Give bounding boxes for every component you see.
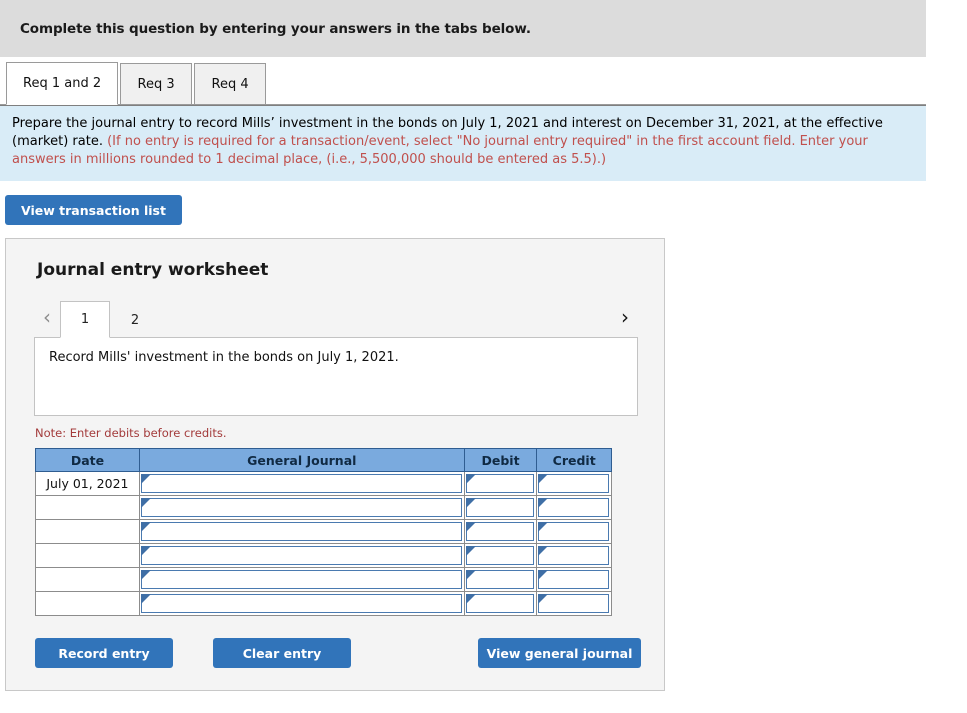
debit-cell[interactable] bbox=[463, 471, 538, 496]
worksheet-actions: Record entry Clear entry View general jo… bbox=[35, 638, 641, 668]
table-row: July 01, 2021 bbox=[35, 471, 612, 496]
debit-cell[interactable] bbox=[463, 591, 538, 616]
question-header-bar: Complete this question by entering your … bbox=[0, 0, 926, 57]
table-row bbox=[35, 543, 612, 568]
credit-cell[interactable] bbox=[536, 471, 612, 496]
debit-input[interactable] bbox=[465, 593, 535, 613]
table-row bbox=[35, 567, 612, 592]
date-cell[interactable] bbox=[35, 591, 140, 616]
view-general-journal-button[interactable]: View general journal bbox=[478, 638, 641, 668]
date-cell[interactable] bbox=[35, 519, 140, 544]
tab-label: Req 3 bbox=[137, 76, 175, 92]
transaction-description-box: Record Mills' investment in the bonds on… bbox=[34, 338, 638, 416]
credit-cell[interactable] bbox=[536, 519, 612, 544]
general-journal-cell[interactable] bbox=[138, 543, 465, 568]
debit-input[interactable] bbox=[465, 569, 535, 589]
tab-label: Req 1 and 2 bbox=[23, 76, 102, 91]
account-select[interactable] bbox=[140, 569, 462, 589]
debit-cell[interactable] bbox=[463, 519, 538, 544]
column-header-credit: Credit bbox=[536, 448, 612, 472]
journal-entry-table: Date General Journal Debit Credit July 0… bbox=[35, 448, 612, 616]
requirement-instructions: Prepare the journal entry to record Mill… bbox=[0, 105, 926, 181]
instruction-note-text: (If no entry is required for a transacti… bbox=[12, 134, 868, 167]
tab-req-1-and-2[interactable]: Req 1 and 2 bbox=[6, 62, 119, 105]
credit-input[interactable] bbox=[538, 569, 609, 589]
general-journal-cell[interactable] bbox=[138, 519, 465, 544]
credit-cell[interactable] bbox=[536, 591, 612, 616]
debit-cell[interactable] bbox=[463, 567, 538, 592]
debit-cell[interactable] bbox=[463, 543, 538, 568]
date-cell[interactable] bbox=[35, 567, 140, 592]
credit-input[interactable] bbox=[538, 545, 609, 565]
journal-entry-worksheet-panel: Journal entry worksheet ‹ 1 2 › Record M… bbox=[5, 238, 665, 691]
credit-input[interactable] bbox=[538, 593, 609, 613]
debits-before-credits-note: Note: Enter debits before credits. bbox=[35, 426, 227, 440]
page-label: 2 bbox=[130, 312, 140, 328]
chevron-right-icon[interactable]: › bbox=[612, 302, 638, 338]
debit-input[interactable] bbox=[465, 521, 535, 541]
credit-input[interactable] bbox=[538, 473, 609, 493]
table-row bbox=[35, 591, 612, 616]
page-root: Complete this question by entering your … bbox=[0, 0, 967, 713]
general-journal-cell[interactable] bbox=[138, 495, 465, 520]
worksheet-title: Journal entry worksheet bbox=[37, 260, 269, 280]
debit-input[interactable] bbox=[465, 497, 535, 517]
date-cell[interactable] bbox=[35, 495, 140, 520]
debit-input[interactable] bbox=[465, 545, 535, 565]
column-header-debit: Debit bbox=[463, 448, 538, 472]
view-transaction-list-button[interactable]: View transaction list bbox=[5, 195, 182, 225]
general-journal-cell[interactable] bbox=[138, 591, 465, 616]
debit-input[interactable] bbox=[465, 473, 535, 493]
chevron-left-icon[interactable]: ‹ bbox=[34, 302, 60, 338]
worksheet-pager: ‹ 1 2 › bbox=[34, 300, 638, 338]
table-header-row: Date General Journal Debit Credit bbox=[35, 448, 612, 472]
account-select[interactable] bbox=[140, 545, 462, 565]
page-label: 1 bbox=[80, 312, 90, 327]
clear-entry-button[interactable]: Clear entry bbox=[213, 638, 351, 668]
date-cell[interactable] bbox=[35, 543, 140, 568]
general-journal-cell[interactable] bbox=[138, 567, 465, 592]
worksheet-page-1[interactable]: 1 bbox=[60, 301, 110, 338]
record-entry-button[interactable]: Record entry bbox=[35, 638, 173, 668]
date-cell[interactable]: July 01, 2021 bbox=[35, 471, 140, 496]
worksheet-page-2[interactable]: 2 bbox=[110, 302, 160, 338]
column-header-general-journal: General Journal bbox=[138, 448, 465, 472]
general-journal-cell[interactable] bbox=[138, 471, 465, 496]
account-select[interactable] bbox=[140, 593, 462, 613]
credit-cell[interactable] bbox=[536, 543, 612, 568]
page-title: Complete this question by entering your … bbox=[20, 20, 531, 37]
account-select[interactable] bbox=[140, 473, 462, 493]
credit-cell[interactable] bbox=[536, 495, 612, 520]
table-row bbox=[35, 495, 612, 520]
credit-input[interactable] bbox=[538, 497, 609, 517]
column-header-date: Date bbox=[35, 448, 140, 472]
tab-label: Req 4 bbox=[211, 76, 249, 92]
requirement-tabs: Req 1 and 2 Req 3 Req 4 bbox=[0, 57, 926, 105]
credit-input[interactable] bbox=[538, 521, 609, 541]
table-row bbox=[35, 519, 612, 544]
transaction-description-text: Record Mills' investment in the bonds on… bbox=[49, 350, 399, 365]
debit-cell[interactable] bbox=[463, 495, 538, 520]
credit-cell[interactable] bbox=[536, 567, 612, 592]
tab-req-3[interactable]: Req 3 bbox=[120, 63, 193, 105]
tab-req-4[interactable]: Req 4 bbox=[194, 63, 267, 105]
account-select[interactable] bbox=[140, 497, 462, 517]
account-select[interactable] bbox=[140, 521, 462, 541]
